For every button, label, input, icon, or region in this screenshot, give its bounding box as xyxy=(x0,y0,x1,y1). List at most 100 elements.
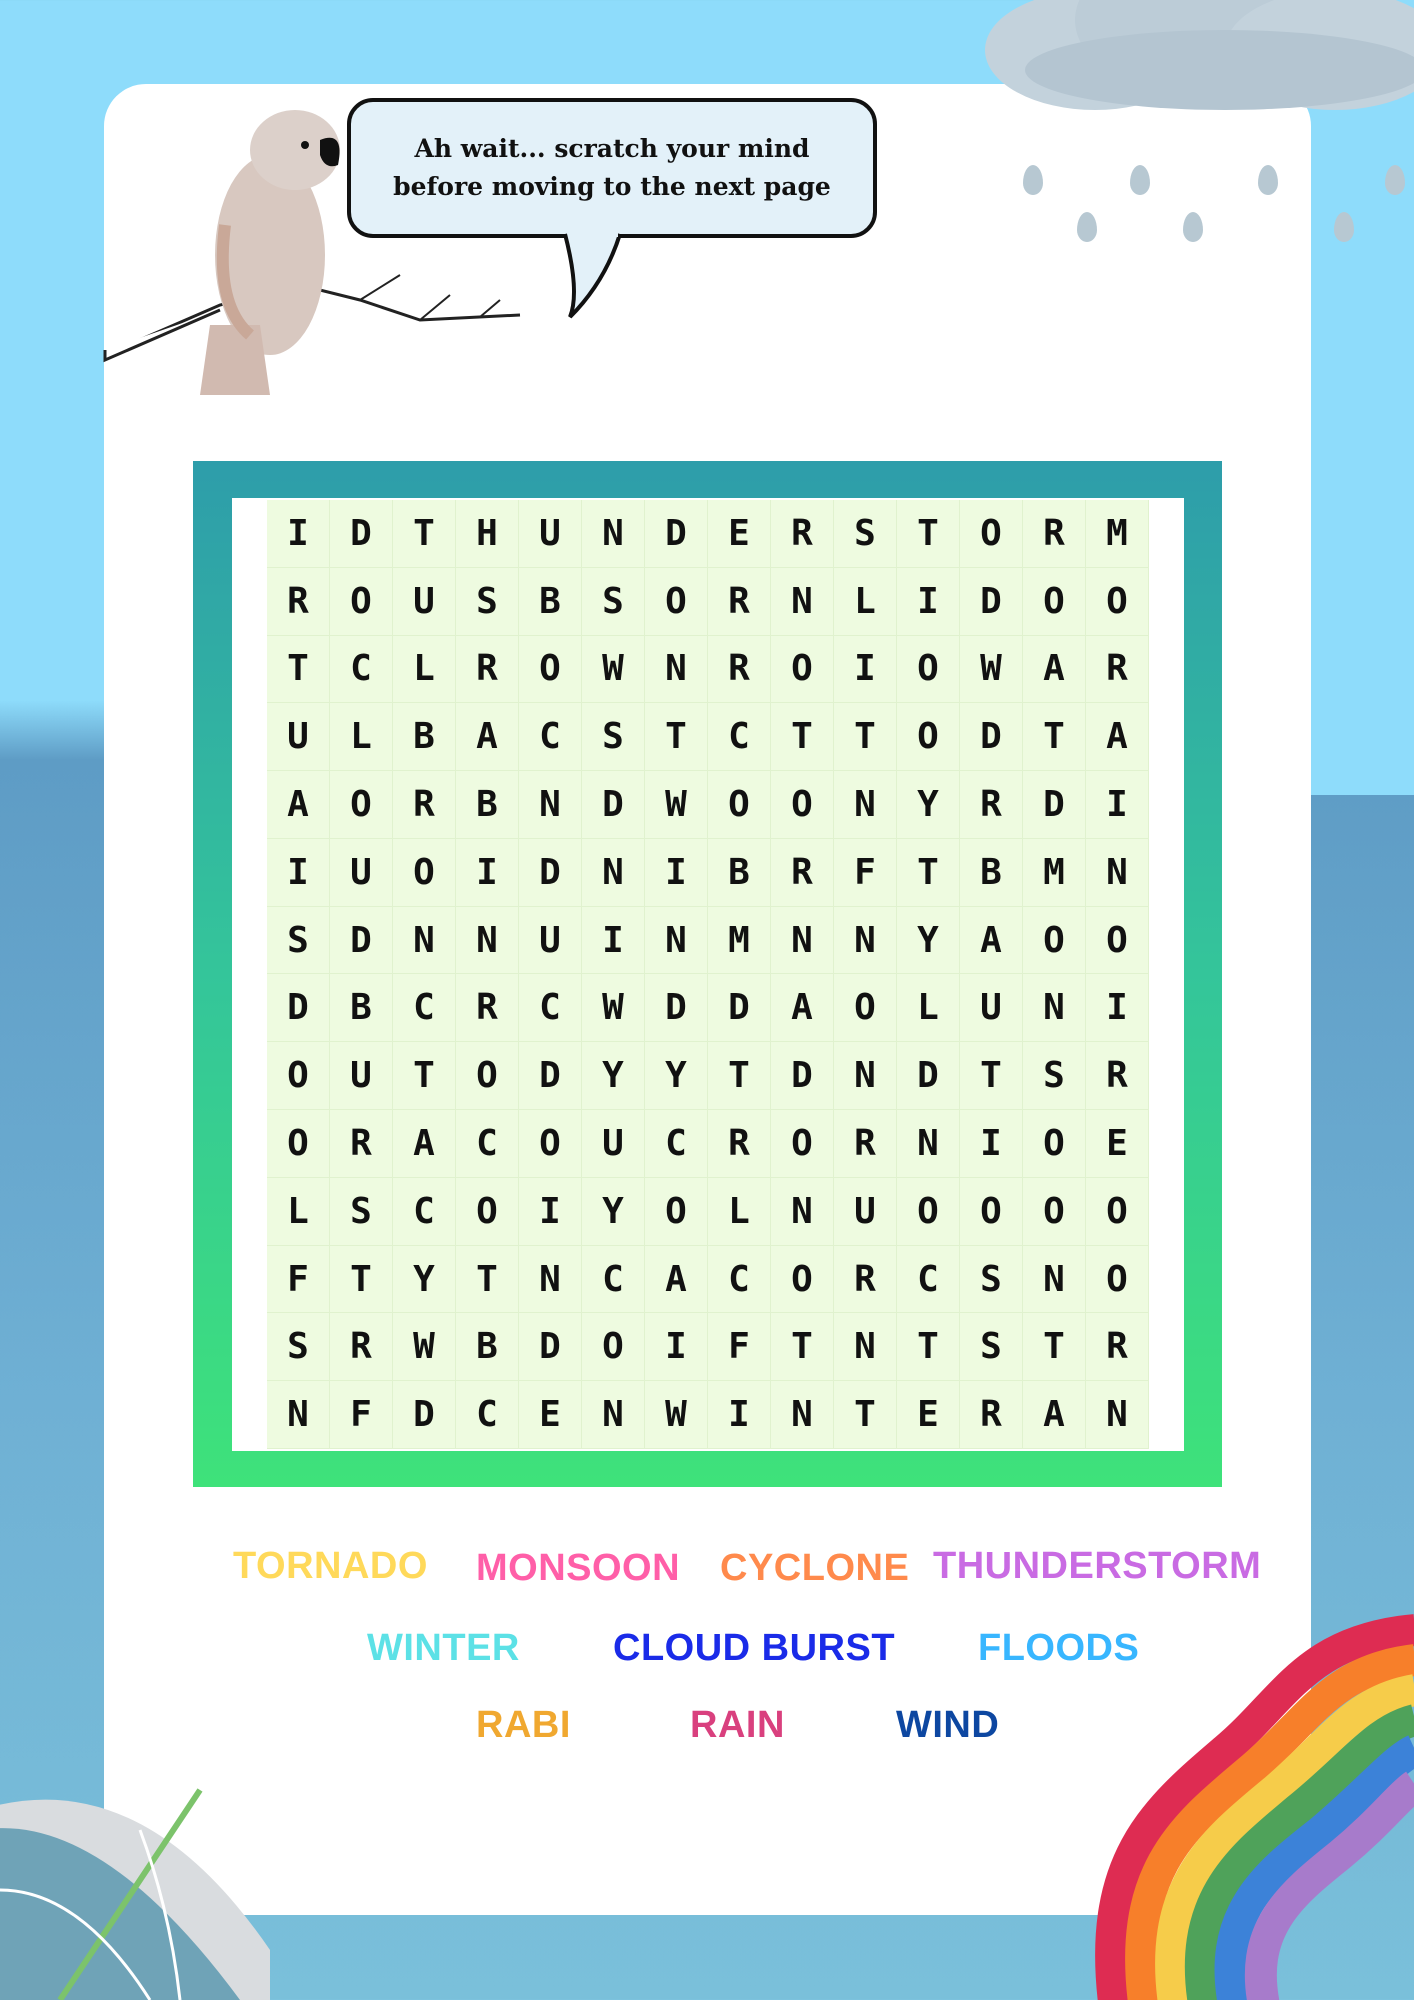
word-cyclone: CYCLONE xyxy=(720,1547,910,1589)
grid-letter: T xyxy=(1023,703,1086,772)
grid-letter: U xyxy=(330,838,393,907)
grid-letter: O xyxy=(1023,906,1086,975)
grid-letter: I xyxy=(645,838,708,907)
grid-letter: U xyxy=(834,1177,897,1246)
grid-letter: O xyxy=(771,1110,834,1178)
grid-letter: R xyxy=(834,1110,897,1178)
grid-letter: O xyxy=(1086,567,1149,636)
grid-letter: C xyxy=(582,1245,645,1314)
grid-letter: C xyxy=(456,1110,519,1178)
grid-letter: O xyxy=(1086,1177,1149,1246)
grid-letter: U xyxy=(582,1110,645,1178)
grid-letter: S xyxy=(582,567,645,636)
word-tornado: TORNADO xyxy=(233,1545,428,1587)
grid-letter: N xyxy=(1086,838,1149,907)
grid-letter: E xyxy=(897,1381,960,1449)
grid-letter: I xyxy=(897,567,960,636)
grid-letter: R xyxy=(1086,1042,1149,1111)
grid-letter: N xyxy=(267,1381,330,1449)
grid-letter: N xyxy=(645,906,708,975)
speech-bubble: Ah wait... scratch your mind before movi… xyxy=(347,98,877,238)
grid-letter: C xyxy=(456,1381,519,1449)
grid-letter: E xyxy=(519,1381,582,1449)
grid-letter: O xyxy=(960,500,1023,568)
grid-letter: O xyxy=(1023,567,1086,636)
grid-letter: O xyxy=(1023,1110,1086,1178)
grid-letter: O xyxy=(519,635,582,704)
grid-letter: O xyxy=(267,1110,330,1178)
grid-letter: R xyxy=(708,1110,771,1178)
grid-letter: S xyxy=(582,703,645,772)
grid-letter: D xyxy=(960,567,1023,636)
grid-letter: R xyxy=(960,1381,1023,1449)
grid-letter: N xyxy=(834,1313,897,1382)
grid-letter: N xyxy=(519,1245,582,1314)
grid-letter: W xyxy=(960,635,1023,704)
grid-letter: U xyxy=(519,906,582,975)
grid-letter: A xyxy=(960,906,1023,975)
grid-letter: Y xyxy=(582,1177,645,1246)
grid-letter: W xyxy=(645,1381,708,1449)
grid-letter: N xyxy=(582,838,645,907)
grid-letter: S xyxy=(267,906,330,975)
word-cloud-burst: CLOUD BURST xyxy=(613,1627,896,1669)
grid-letter: F xyxy=(834,838,897,907)
grid-letter: I xyxy=(1086,974,1149,1043)
grid-letter: R xyxy=(960,771,1023,839)
grid-letter: S xyxy=(330,1177,393,1246)
grid-letter: O xyxy=(267,1042,330,1111)
grid-letter: B xyxy=(393,703,456,772)
grid-letter: T xyxy=(645,703,708,772)
grid-letter: I xyxy=(456,838,519,907)
grid-letter: T xyxy=(834,1381,897,1449)
grid-letter: R xyxy=(771,500,834,568)
word-search-board: IDTHUNDERSTORMROUSBSORNLIDOOTCLROWNROIOW… xyxy=(232,498,1184,1451)
grid-letter: L xyxy=(708,1177,771,1246)
grid-letter: A xyxy=(456,703,519,772)
grid-letter: O xyxy=(834,974,897,1043)
grid-letter: D xyxy=(330,500,393,568)
grid-letter: D xyxy=(645,974,708,1043)
grid-letter: C xyxy=(519,974,582,1043)
grid-letter: N xyxy=(582,1381,645,1449)
grid-letter: R xyxy=(330,1313,393,1382)
letter-grid: IDTHUNDERSTORMROUSBSORNLIDOOTCLROWNROIOW… xyxy=(267,500,1149,1449)
grid-letter: D xyxy=(519,1042,582,1111)
grid-letter: O xyxy=(519,1110,582,1178)
grid-letter: D xyxy=(897,1042,960,1111)
grid-letter: R xyxy=(456,635,519,704)
grid-letter: R xyxy=(456,974,519,1043)
grid-letter: N xyxy=(771,1381,834,1449)
grid-letter: L xyxy=(330,703,393,772)
grid-letter: T xyxy=(393,1042,456,1111)
grid-letter: R xyxy=(1086,1313,1149,1382)
grid-letter: T xyxy=(267,635,330,704)
grid-letter: M xyxy=(1023,838,1086,907)
word-monsoon: MONSOON xyxy=(476,1547,681,1589)
grid-letter: S xyxy=(960,1245,1023,1314)
grid-letter: A xyxy=(1086,703,1149,772)
grid-letter: R xyxy=(708,635,771,704)
grid-letter: O xyxy=(645,567,708,636)
grid-letter: D xyxy=(393,1381,456,1449)
grid-letter: A xyxy=(645,1245,708,1314)
grid-letter: C xyxy=(519,703,582,772)
grid-letter: A xyxy=(393,1110,456,1178)
grid-letter: O xyxy=(771,771,834,839)
grid-letter: N xyxy=(1023,974,1086,1043)
grid-letter: B xyxy=(456,771,519,839)
grid-letter: O xyxy=(708,771,771,839)
grid-letter: E xyxy=(1086,1110,1149,1178)
grid-letter: T xyxy=(330,1245,393,1314)
grid-letter: A xyxy=(267,771,330,839)
grid-letter: C xyxy=(708,1245,771,1314)
grid-letter: S xyxy=(960,1313,1023,1382)
grid-letter: F xyxy=(330,1381,393,1449)
grid-letter: R xyxy=(267,567,330,636)
grid-letter: R xyxy=(834,1245,897,1314)
grid-letter: T xyxy=(1023,1313,1086,1382)
grid-letter: O xyxy=(1086,906,1149,975)
grid-letter: R xyxy=(1023,500,1086,568)
grid-letter: N xyxy=(771,906,834,975)
grid-letter: U xyxy=(519,500,582,568)
